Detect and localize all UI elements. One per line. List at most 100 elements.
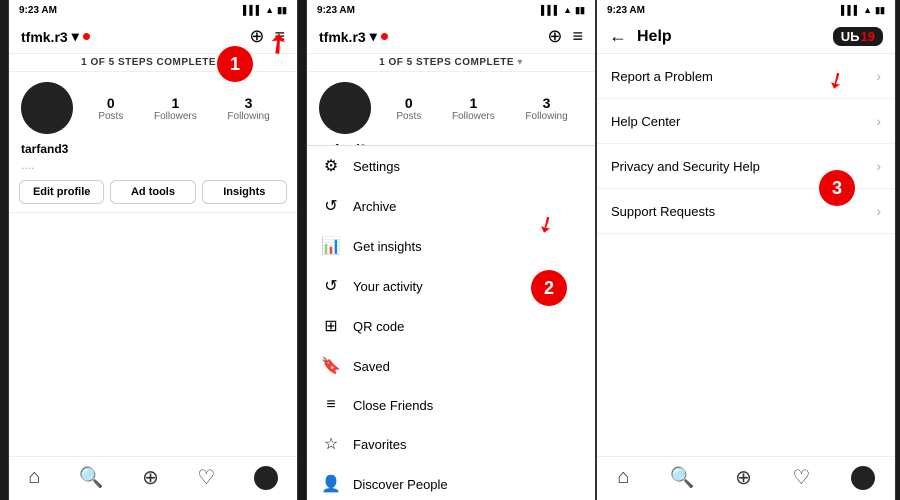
insights-icon: 📊 — [321, 236, 341, 256]
signal-icon: ▌▌▌ — [243, 5, 262, 15]
favorites-icon: ☆ — [321, 434, 341, 454]
username-row-2: tfmk.r3 ▾ — [319, 28, 388, 45]
profile-section-1: 0 Posts 1 Followers 3 Following — [9, 72, 297, 140]
status-icons-3: ▌▌▌ ▲ ▮▮ — [841, 5, 885, 16]
close-friends-icon: ≡ — [321, 396, 341, 414]
bottom-nav-1: ⌂ 🔍 ⊕ ♡ — [9, 456, 297, 500]
help-header: ← Help UЬ19 — [597, 20, 895, 54]
status-icons-1: ▌▌▌ ▲ ▮▮ — [243, 5, 287, 16]
heart-icon-3[interactable]: ♡ — [792, 465, 810, 490]
chevron-icon-privacy: › — [876, 158, 881, 174]
add-icon-2[interactable]: ⊕ — [547, 26, 562, 47]
followers-num-2: 1 — [469, 95, 477, 111]
notification-dot-1 — [83, 33, 90, 40]
chevron-icon-center: › — [876, 113, 881, 129]
profile-section-2: 0 Posts 1 Followers 3 Following — [307, 72, 595, 140]
following-label-2: Following — [525, 111, 567, 122]
center-label: Help Center — [611, 114, 680, 129]
action-buttons-1: Edit profile Ad tools Insights — [9, 172, 297, 213]
profile-icon-3[interactable] — [851, 466, 875, 490]
following-stat-2: 3 Following — [525, 95, 567, 122]
back-button[interactable]: ← — [609, 26, 627, 47]
profile-dots-1: .... — [9, 158, 297, 172]
search-icon-1[interactable]: 🔍 — [79, 465, 104, 490]
stats-row-1: 0 Posts 1 Followers 3 Following — [83, 95, 285, 122]
favorites-label: Favorites — [353, 437, 406, 452]
signal-icon-2: ▌▌▌ — [541, 5, 560, 15]
bottom-nav-3: ⌂ 🔍 ⊕ ♡ — [597, 456, 895, 500]
username-row-1: tfmk.r3 ▾ — [21, 28, 90, 45]
followers-stat-1: 1 Followers — [154, 95, 197, 122]
status-time-2: 9:23 AM — [317, 5, 355, 16]
privacy-label: Privacy and Security Help — [611, 159, 760, 174]
notification-dot-2 — [381, 33, 388, 40]
signal-icon-3: ▌▌▌ — [841, 5, 860, 15]
saved-icon: 🔖 — [321, 356, 341, 376]
status-bar-2: 9:23 AM ▌▌▌ ▲ ▮▮ — [307, 0, 595, 20]
avatar-1 — [21, 82, 73, 134]
avatar-2 — [319, 82, 371, 134]
battery-icon-3: ▮▮ — [875, 5, 885, 16]
qr-icon: ⊞ — [321, 316, 341, 336]
activity-icon: ↺ — [321, 276, 341, 296]
add-post-icon-1[interactable]: ⊕ — [142, 465, 159, 490]
wifi-icon: ▲ — [265, 5, 274, 15]
panel-3: 9:23 AM ▌▌▌ ▲ ▮▮ ← Help UЬ19 Report a Pr… — [596, 0, 896, 500]
posts-stat-1: 0 Posts — [98, 95, 123, 122]
edit-profile-btn-1[interactable]: Edit profile — [19, 180, 104, 204]
panel-2: 9:23 AM ▌▌▌ ▲ ▮▮ tfmk.r3 ▾ ⊕ ≡ 1 OF 5 ST… — [306, 0, 596, 500]
steps-banner-2: 1 OF 5 STEPS COMPLETE ▾ — [307, 54, 595, 72]
menu-saved[interactable]: 🔖 Saved — [307, 346, 595, 386]
insights-btn-1[interactable]: Insights — [202, 180, 287, 204]
followers-num-1: 1 — [171, 95, 179, 111]
followers-stat-2: 1 Followers — [452, 95, 495, 122]
status-bar-3: 9:23 AM ▌▌▌ ▲ ▮▮ — [597, 0, 895, 20]
profile-icon-1[interactable] — [254, 466, 278, 490]
menu-favorites[interactable]: ☆ Favorites — [307, 424, 595, 464]
discover-icon: 👤 — [321, 474, 341, 494]
home-icon-1[interactable]: ⌂ — [28, 466, 40, 489]
posts-label-1: Posts — [98, 111, 123, 122]
search-icon-3[interactable]: 🔍 — [670, 465, 695, 490]
wifi-icon-2: ▲ — [563, 5, 572, 15]
panel-1: 9:23 AM ▌▌▌ ▲ ▮▮ tfmk.r3 ▾ ⊕ ≡ 1 OF 5 ST… — [8, 0, 298, 500]
menu-settings[interactable]: ⚙ Settings — [307, 146, 595, 186]
stats-row-2: 0 Posts 1 Followers 3 Following — [381, 95, 583, 122]
posts-num-1: 0 — [107, 95, 115, 111]
profile-name-1: tarfand3 — [9, 140, 297, 158]
following-num-2: 3 — [543, 95, 551, 111]
top-nav-1: tfmk.r3 ▾ ⊕ ≡ — [9, 20, 297, 54]
home-icon-3[interactable]: ⌂ — [617, 466, 629, 489]
help-item-report[interactable]: Report a Problem › — [597, 54, 895, 99]
ad-tools-btn-1[interactable]: Ad tools — [110, 180, 195, 204]
menu-icon-2[interactable]: ≡ — [572, 26, 583, 47]
following-num-1: 3 — [245, 95, 253, 111]
following-label-1: Following — [227, 111, 269, 122]
help-item-center[interactable]: Help Center › — [597, 99, 895, 144]
saved-label: Saved — [353, 359, 390, 374]
dropdown-arrow-2: ▾ — [370, 28, 377, 45]
followers-label-1: Followers — [154, 111, 197, 122]
close-friends-label: Close Friends — [353, 398, 433, 413]
status-time-3: 9:23 AM — [607, 5, 645, 16]
qr-label: QR code — [353, 319, 404, 334]
add-post-icon-3[interactable]: ⊕ — [735, 465, 752, 490]
username-1: tfmk.r3 — [21, 29, 68, 45]
dropdown-menu-2: ⚙ Settings ↺ Archive 📊 Get insights ↺ Yo… — [307, 145, 595, 500]
heart-icon-1[interactable]: ♡ — [197, 465, 215, 490]
battery-icon-2: ▮▮ — [575, 5, 585, 16]
settings-label: Settings — [353, 159, 400, 174]
dropdown-arrow-1: ▾ — [72, 28, 79, 45]
menu-qr-code[interactable]: ⊞ QR code — [307, 306, 595, 346]
status-icons-2: ▌▌▌ ▲ ▮▮ — [541, 5, 585, 16]
menu-discover-people[interactable]: 👤 Discover People — [307, 464, 595, 500]
username-2: tfmk.r3 — [319, 29, 366, 45]
activity-label: Your activity — [353, 279, 423, 294]
menu-close-friends[interactable]: ≡ Close Friends — [307, 386, 595, 424]
battery-icon: ▮▮ — [277, 5, 287, 16]
posts-label-2: Posts — [396, 111, 421, 122]
help-title: Help — [637, 28, 823, 46]
wifi-icon-3: ▲ — [863, 5, 872, 15]
followers-label-2: Followers — [452, 111, 495, 122]
top-nav-2: tfmk.r3 ▾ ⊕ ≡ — [307, 20, 595, 54]
